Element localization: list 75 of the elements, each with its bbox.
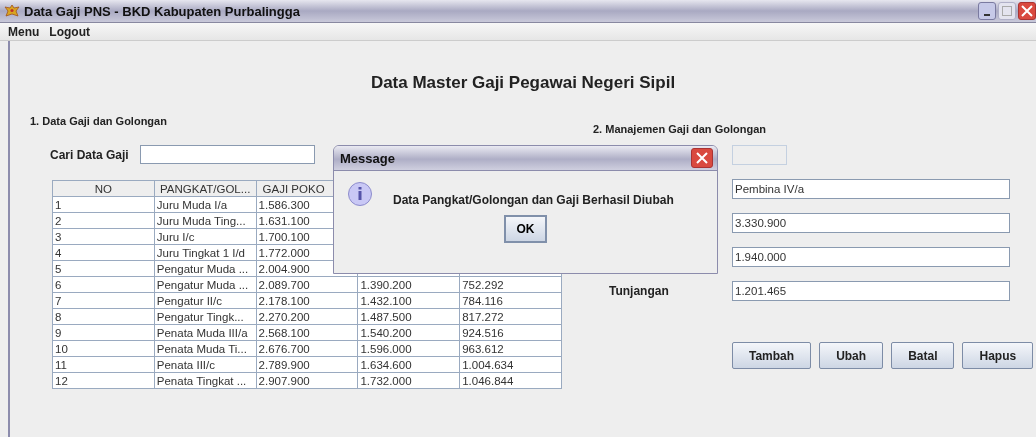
table-cell: 784.116	[459, 292, 562, 309]
table-cell: Penata III/c	[154, 356, 257, 373]
search-label: Cari Data Gaji	[50, 147, 129, 162]
close-icon	[1020, 4, 1034, 18]
table-cell: 1.596.000	[357, 340, 460, 357]
table-cell: Juru I/c	[154, 228, 257, 245]
action-button[interactable]: Batal	[891, 342, 955, 369]
table-cell: Penata Tingkat ...	[154, 372, 257, 389]
table-cell: 1.540.200	[357, 324, 460, 341]
table-cell: 2.676.700	[256, 340, 358, 357]
section-title: 2. Manajemen Gaji dan Golongan	[593, 123, 767, 135]
table-cell: Juru Muda Ting...	[154, 212, 257, 229]
table-cell: 1.390.200	[357, 276, 460, 293]
table-cell: 2.270.200	[256, 308, 358, 325]
table-cell: 924.516	[459, 324, 562, 341]
table-cell: 3	[52, 228, 155, 245]
table-cell: 8	[52, 308, 155, 325]
table-cell: 2.178.100	[256, 292, 358, 309]
menu-item[interactable]: Logout	[49, 24, 90, 39]
search-field[interactable]	[139, 145, 315, 164]
table-cell: 752.292	[459, 276, 562, 293]
table-cell: 2.089.700	[256, 276, 358, 293]
table-cell: 1.432.100	[357, 292, 460, 309]
table-cell: 7	[52, 292, 155, 309]
table-cell: 12	[52, 372, 155, 389]
table-cell: 1.046.844	[459, 372, 562, 389]
input-field[interactable]: 3.330.900	[732, 213, 1010, 233]
table-cell: 1.732.000	[357, 372, 460, 389]
table-cell: Juru Tingkat 1 I/d	[154, 244, 257, 261]
menu-item[interactable]: Menu	[8, 24, 40, 39]
table-cell: Pengatur Muda ...	[154, 260, 257, 277]
table-cell: Pengatur II/c	[154, 292, 257, 309]
table-cell: Penata Muda III/a	[154, 324, 257, 341]
table-cell: 817.272	[459, 308, 562, 325]
table-cell: 2.568.100	[256, 324, 358, 341]
table-cell: 1	[52, 196, 155, 213]
table-cell: 1.004.634	[459, 356, 562, 373]
page-heading: Data Master Gaji Pegawai Negeri Sipil	[369, 72, 677, 93]
action-button[interactable]: Hapus	[962, 342, 1034, 369]
code-field	[732, 145, 787, 165]
emblem-icon	[4, 4, 20, 18]
table-cell: Pengatur Tingk...	[154, 308, 257, 325]
input-field[interactable]: Pembina IV/a	[732, 179, 1010, 199]
window-title: Data Gaji PNS - BKD Kabupaten Purbalingga	[24, 3, 300, 19]
close-icon	[696, 152, 708, 164]
table-cell: Juru Muda I/a	[154, 196, 257, 213]
dialog-message: Data Pangkat/Golongan dan Gaji Berhasil Diubah	[393, 193, 674, 207]
input-field[interactable]: 1.940.000	[732, 247, 1010, 267]
section-title: 1. Data Gaji dan Golongan	[30, 115, 168, 127]
info-icon	[347, 181, 373, 207]
table-cell: 4	[52, 244, 155, 261]
table-cell: Pengatur Muda ...	[154, 276, 257, 293]
table-cell: 2.907.900	[256, 372, 358, 389]
table-cell: 2	[52, 212, 155, 229]
table-cell: 963.612	[459, 340, 562, 357]
minimize-button[interactable]	[978, 2, 996, 20]
table-cell: 10	[52, 340, 155, 357]
table-cell: 5	[52, 260, 155, 277]
column-header[interactable]: NO	[52, 180, 155, 197]
table-cell: Penata Muda Ti...	[154, 340, 257, 357]
dialog-title: Message	[340, 150, 395, 166]
table-cell: 9	[52, 324, 155, 341]
table-cell: 6	[52, 276, 155, 293]
table-cell: 2.789.900	[256, 356, 358, 373]
action-button[interactable]: Ubah	[819, 342, 884, 369]
close-button[interactable]	[691, 148, 713, 168]
table-cell: 1.634.600	[357, 356, 460, 373]
column-header[interactable]: PANGKAT/GOL...	[154, 180, 257, 197]
ok-button[interactable]: OK	[504, 215, 547, 243]
close-button[interactable]	[1018, 2, 1036, 20]
input-field[interactable]: 1.201.465	[732, 281, 1010, 301]
field-label: Tunjangan	[608, 284, 670, 298]
action-button[interactable]: Tambah	[732, 342, 812, 369]
table-cell: 11	[52, 356, 155, 373]
table-cell: 1.487.500	[357, 308, 460, 325]
